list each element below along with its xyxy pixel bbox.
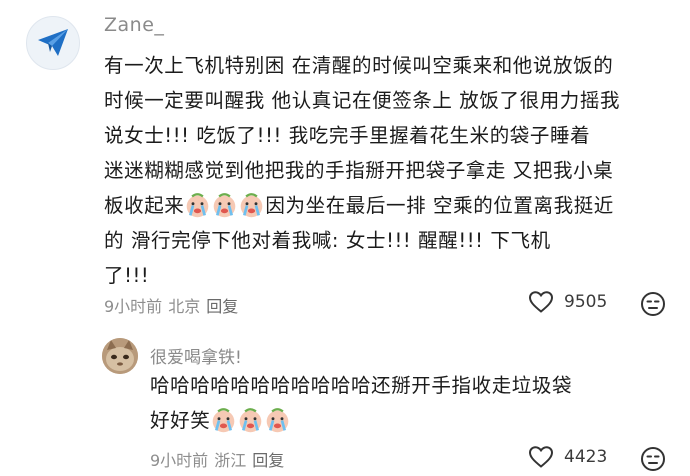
- emoji-group: [184, 192, 265, 219]
- reply-avatar[interactable]: [102, 338, 138, 374]
- comment-username[interactable]: Zane_: [104, 14, 164, 36]
- reply-text: 哈哈哈哈哈哈哈哈哈哈哈还掰开手指收走垃圾袋 好好笑: [150, 368, 670, 438]
- avatar[interactable]: [26, 16, 80, 70]
- like-count: 9505: [564, 292, 608, 312]
- reply-line-with-emoji: 好好笑: [150, 403, 670, 438]
- loudly-crying-face-icon: [240, 408, 262, 433]
- reply-username[interactable]: 很爱喝拿铁!: [150, 343, 242, 368]
- loudly-crying-face-icon: [187, 193, 209, 218]
- like-button[interactable]: 9505: [528, 290, 607, 314]
- comment-line: 的 滑行完停下他对着我喊: 女士!!! 醒醒!!! 下飞机: [104, 229, 551, 252]
- neutral-face-icon[interactable]: [640, 446, 666, 472]
- location: 北京: [168, 297, 201, 316]
- comment-line-segment: 板收起来: [104, 194, 185, 217]
- comment-line: 了!!!: [104, 264, 150, 287]
- comment-text: 有一次上飞机特别困 在清醒的时候叫空乘来和他说放饭的 时候一定要叫醒我 他认真记…: [104, 48, 674, 293]
- loudly-crying-face-icon: [214, 193, 236, 218]
- comment-line-with-emoji: 板收起来 因为坐在最后一排 空乘的位置离我挺近: [104, 188, 674, 223]
- like-count: 4423: [564, 447, 608, 467]
- reply-line: 哈哈哈哈哈哈哈哈哈哈哈还掰开手指收走垃圾袋: [150, 374, 573, 397]
- comment-line: 迷迷糊糊感觉到他把我的手指掰开把袋子拿走 又把我小桌: [104, 159, 614, 182]
- heart-outline-icon: [528, 446, 554, 468]
- paper-plane-icon: [38, 29, 68, 56]
- neutral-face-icon[interactable]: [640, 291, 666, 317]
- comment-line: 有一次上飞机特别困 在清醒的时候叫空乘来和他说放饭的: [104, 54, 614, 77]
- heart-outline-icon: [528, 291, 554, 313]
- comment-line: 时候一定要叫醒我 他认真记在便签条上 放饭了很用力摇我: [104, 89, 621, 112]
- reply-button[interactable]: 回复: [206, 293, 238, 317]
- reply-button[interactable]: 回复: [252, 447, 284, 471]
- cat-face-icon: [102, 338, 138, 374]
- comment-line: 说女士!!! 吃饭了!!! 我吃完手里握着花生米的袋子睡着: [104, 124, 591, 147]
- location: 浙江: [214, 451, 247, 470]
- like-button[interactable]: 4423: [528, 445, 607, 469]
- timestamp: 9小时前: [104, 297, 163, 316]
- loudly-crying-face-icon: [267, 408, 289, 433]
- loudly-crying-face-icon: [241, 193, 263, 218]
- timestamp: 9小时前: [150, 451, 209, 470]
- emoji-group: [210, 407, 291, 434]
- loudly-crying-face-icon: [213, 408, 235, 433]
- comment-meta: 9小时前 北京 回复: [104, 293, 238, 317]
- reply-line-segment: 好好笑: [150, 409, 211, 432]
- comment-line-segment: 因为坐在最后一排 空乘的位置离我挺近: [265, 194, 614, 217]
- reply-meta: 9小时前 浙江 回复: [150, 447, 284, 471]
